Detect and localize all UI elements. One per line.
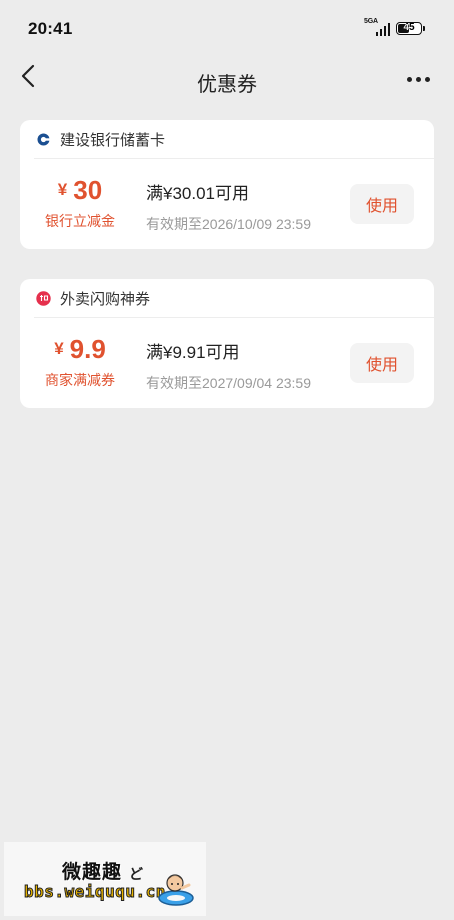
sparkle-icon: ど <box>129 866 143 882</box>
coupon-amount-block: ¥30 银行立减金 <box>20 159 140 231</box>
use-coupon-button[interactable]: 使用 <box>350 343 414 383</box>
coupon-card: 外卖闪购神券 ¥9.9 商家满减券 满¥9.91可用 有效期至2027/09/0… <box>20 279 434 408</box>
currency-symbol: ¥ <box>54 339 64 358</box>
more-options-button[interactable] <box>404 66 432 92</box>
coupon-type-label: 商家满减券 <box>45 372 115 388</box>
coupon-amount-value: 30 <box>73 175 103 205</box>
coupon-body: ¥30 银行立减金 满¥30.01可用 有效期至2026/10/09 23:59… <box>20 159 434 249</box>
coupon-issuer-row: 建设银行储蓄卡 <box>34 120 434 159</box>
coupon-body: ¥9.9 商家满减券 满¥9.91可用 有效期至2027/09/04 23:59… <box>20 318 434 408</box>
more-dot-icon <box>415 76 421 82</box>
coupon-validity: 有效期至2026/10/09 23:59 <box>146 216 311 232</box>
coupon-amount: ¥30 <box>20 177 140 203</box>
more-dot-icon <box>406 76 412 82</box>
ccb-bank-logo-icon <box>36 132 51 147</box>
coupon-issuer-name: 建设银行储蓄卡 <box>60 131 166 149</box>
coupon-info: 满¥30.01可用 有效期至2026/10/09 23:59 <box>146 179 311 234</box>
watermark: 微趣趣 bbs.weiququ.cn ど <box>4 842 206 916</box>
coupon-amount-block: ¥9.9 商家满减券 <box>20 318 140 390</box>
status-bar: 20:41 5GA 45 <box>0 0 454 56</box>
watermark-title: 微趣趣 <box>62 862 123 883</box>
mascot-icon <box>158 874 194 906</box>
coupon-condition: 满¥9.91可用 <box>146 343 240 362</box>
coupon-condition: 满¥30.01可用 <box>146 184 249 203</box>
coupon-amount-value: 9.9 <box>69 334 106 364</box>
currency-symbol: ¥ <box>57 180 68 199</box>
coupon-list: 建设银行储蓄卡 ¥30 银行立减金 满¥30.01可用 有效期至2026/10/… <box>20 120 434 438</box>
battery-level: 45 <box>403 21 415 33</box>
coupon-issuer-name: 外卖闪购神券 <box>60 290 151 308</box>
coupon-validity: 有效期至2027/09/04 23:59 <box>146 375 311 391</box>
page-title: 优惠券 <box>197 74 257 96</box>
shen-quan-badge-icon <box>36 290 51 306</box>
more-dot-icon <box>424 76 430 82</box>
coupon-amount: ¥9.9 <box>20 336 140 362</box>
use-coupon-button[interactable]: 使用 <box>350 184 414 224</box>
status-indicators: 5GA 45 <box>364 18 425 36</box>
battery-icon: 45 <box>396 21 425 35</box>
coupon-card: 建设银行储蓄卡 ¥30 银行立减金 满¥30.01可用 有效期至2026/10/… <box>20 120 434 249</box>
cellular-signal-icon: 5GA <box>364 18 390 36</box>
coupon-type-label: 银行立减金 <box>45 213 115 229</box>
nav-header: 优惠券 <box>0 56 454 104</box>
watermark-url: bbs.weiququ.cn <box>24 882 166 902</box>
coupon-issuer-row: 外卖闪购神券 <box>34 279 434 318</box>
coupon-info: 满¥9.91可用 有效期至2027/09/04 23:59 <box>146 338 311 393</box>
status-time: 20:41 <box>28 19 73 38</box>
